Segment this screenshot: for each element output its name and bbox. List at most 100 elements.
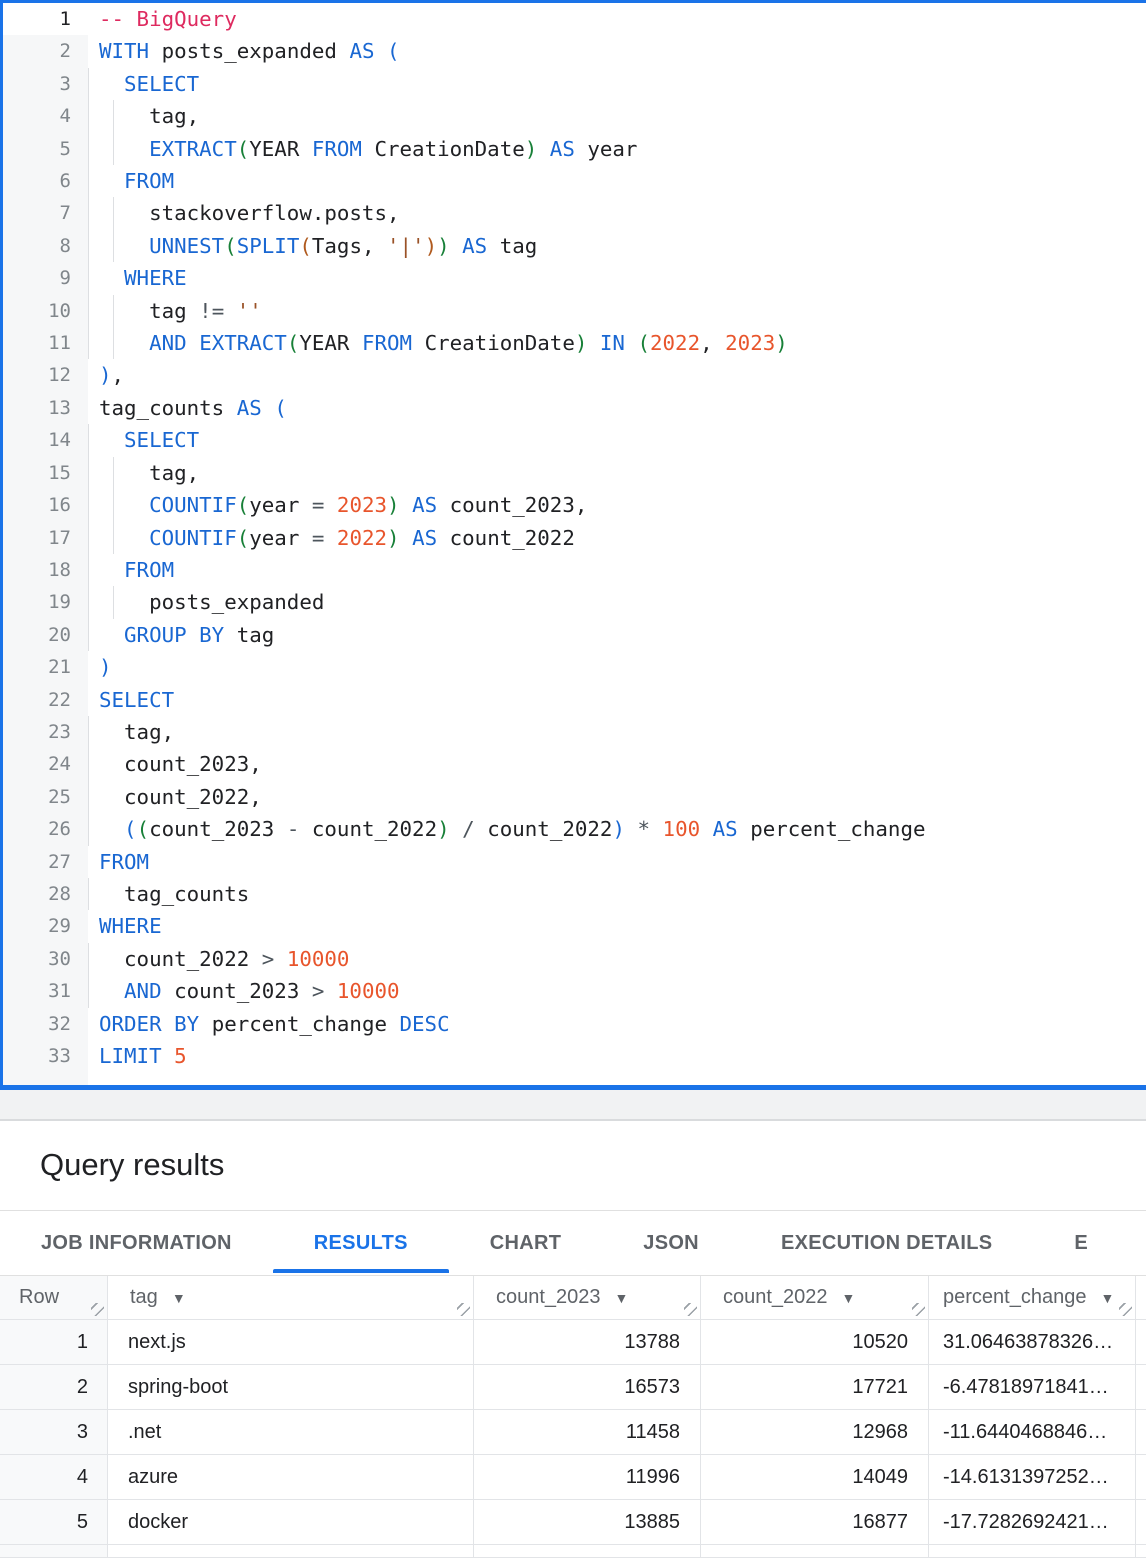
column-resize-handle-icon[interactable] [457, 1303, 470, 1316]
indent-guide [88, 133, 89, 165]
code-token: count_2023 [162, 979, 312, 1003]
cell-stub [929, 1545, 1136, 1558]
code-line[interactable]: 4 tag, [3, 100, 1146, 132]
code-line[interactable]: 25 count_2022, [3, 781, 1146, 813]
tab-results[interactable]: RESULTS [273, 1211, 449, 1275]
code-token: count_2022 [487, 817, 612, 841]
code-token: AS [400, 526, 438, 550]
cell-row: 2 [0, 1365, 108, 1410]
code-line[interactable]: 22SELECT [3, 684, 1146, 716]
cell-count_2022: 17721 [701, 1365, 929, 1410]
indent-guide [88, 262, 89, 294]
line-number: 15 [3, 457, 88, 489]
code-token: 5 [174, 1044, 187, 1068]
code-token: percent_change [738, 817, 926, 841]
cell-stub [1136, 1545, 1146, 1558]
code-line[interactable]: 13tag_counts AS ( [3, 392, 1146, 424]
column-resize-handle-icon[interactable] [91, 1303, 104, 1316]
sort-arrow-icon[interactable]: ▼ [842, 1291, 856, 1305]
code-token: SPLIT [237, 234, 300, 258]
tab-e[interactable]: E [1033, 1211, 1129, 1275]
code-line[interactable]: 19 posts_expanded [3, 586, 1146, 618]
code-line[interactable]: 6 FROM [3, 165, 1146, 197]
code-token: FROM [362, 331, 412, 355]
code-line[interactable]: 18 FROM [3, 554, 1146, 586]
code-line[interactable]: 24 count_2023, [3, 748, 1146, 780]
code-line[interactable]: 15 tag, [3, 457, 1146, 489]
code-line[interactable]: 12), [3, 359, 1146, 391]
code-token [625, 817, 638, 841]
line-number: 29 [3, 910, 88, 942]
code-line[interactable]: 20 GROUP BY tag [3, 619, 1146, 651]
code-line[interactable]: 26 ((count_2023 - count_2022) / count_20… [3, 813, 1146, 845]
code-line[interactable]: 2WITH posts_expanded AS ( [3, 35, 1146, 67]
code-line[interactable]: 3 SELECT [3, 68, 1146, 100]
line-number: 21 [3, 651, 88, 683]
code-token: percent_change [199, 1012, 399, 1036]
panel-divider [0, 1090, 1146, 1121]
code-line[interactable]: 16 COUNTIF(year = 2023) AS count_2023, [3, 489, 1146, 521]
cell-count_2022: 12968 [701, 1410, 929, 1455]
cell-row: 4 [0, 1455, 108, 1500]
code-token: != [199, 299, 237, 323]
indent-guide [113, 327, 114, 359]
code-token: 2023 [725, 331, 775, 355]
code-line[interactable]: 5 EXTRACT(YEAR FROM CreationDate) AS yea… [3, 133, 1146, 165]
column-header-tag[interactable]: tag▼ [108, 1276, 474, 1320]
line-number: 10 [3, 295, 88, 327]
code-token: ) [612, 817, 625, 841]
sort-arrow-icon[interactable]: ▼ [1100, 1291, 1114, 1305]
code-token: 2022 [337, 526, 387, 550]
column-header-count_2023[interactable]: count_2023▼ [474, 1276, 701, 1320]
column-resize-handle-icon[interactable] [684, 1303, 697, 1316]
indent-guide [88, 100, 89, 132]
code-line[interactable]: 11 AND EXTRACT(YEAR FROM CreationDate) I… [3, 327, 1146, 359]
code-line[interactable]: 9 WHERE [3, 262, 1146, 294]
code-line-text: tag, [88, 716, 1146, 748]
code-line-text: ) [88, 651, 1146, 683]
line-number: 4 [3, 100, 88, 132]
code-line[interactable]: 17 COUNTIF(year = 2022) AS count_2022 [3, 522, 1146, 554]
code-line[interactable]: 21) [3, 651, 1146, 683]
tab-json[interactable]: JSON [602, 1211, 740, 1275]
code-line[interactable]: 8 UNNEST(SPLIT(Tags, '|')) AS tag [3, 230, 1146, 262]
code-line[interactable]: 7 stackoverflow.posts, [3, 197, 1146, 229]
code-line[interactable]: 28 tag_counts [3, 878, 1146, 910]
column-resize-handle-icon[interactable] [1119, 1303, 1132, 1316]
tab-execution-details[interactable]: EXECUTION DETAILS [740, 1211, 1033, 1275]
sql-editor[interactable]: 1-- BigQuery2WITH posts_expanded AS (3 S… [0, 0, 1146, 1090]
indent-guide [113, 586, 114, 618]
column-header-percent_change[interactable]: percent_change▼ [929, 1276, 1136, 1320]
sort-arrow-icon[interactable]: ▼ [172, 1291, 186, 1305]
table-header-row: Rowtag▼count_2023▼count_2022▼percent_cha… [0, 1276, 1146, 1320]
line-number: 11 [3, 327, 88, 359]
code-token: = [312, 526, 337, 550]
code-line[interactable]: 33LIMIT 5 [3, 1040, 1146, 1072]
column-resize-handle-icon[interactable] [912, 1303, 925, 1316]
code-line[interactable]: 23 tag, [3, 716, 1146, 748]
code-token: ) [437, 817, 450, 841]
code-line-text: SELECT [88, 684, 1146, 716]
code-token: FROM [312, 137, 362, 161]
code-token: / [462, 817, 487, 841]
code-line[interactable]: 30 count_2022 > 10000 [3, 943, 1146, 975]
code-line[interactable]: 14 SELECT [3, 424, 1146, 456]
code-line-text: count_2023, [88, 748, 1146, 780]
code-line[interactable]: 1-- BigQuery [3, 3, 1146, 35]
code-line[interactable]: 32ORDER BY percent_change DESC [3, 1008, 1146, 1040]
code-line[interactable]: 29WHERE [3, 910, 1146, 942]
tab-chart[interactable]: CHART [449, 1211, 603, 1275]
code-token: ) [775, 331, 788, 355]
code-line[interactable]: 27FROM [3, 846, 1146, 878]
code-token: posts_expanded [99, 590, 324, 614]
column-header-count_2022[interactable]: count_2022▼ [701, 1276, 929, 1320]
code-line[interactable]: 31 AND count_2023 > 10000 [3, 975, 1146, 1007]
sort-arrow-icon[interactable]: ▼ [615, 1291, 629, 1305]
code-token: AS [237, 396, 262, 420]
code-line[interactable]: 10 tag != '' [3, 295, 1146, 327]
editor-lines: 1-- BigQuery2WITH posts_expanded AS (3 S… [3, 3, 1146, 1085]
line-number: 13 [3, 392, 88, 424]
code-token: > [262, 947, 287, 971]
tab-job-information[interactable]: JOB INFORMATION [0, 1211, 273, 1275]
code-token: tag, [99, 720, 174, 744]
